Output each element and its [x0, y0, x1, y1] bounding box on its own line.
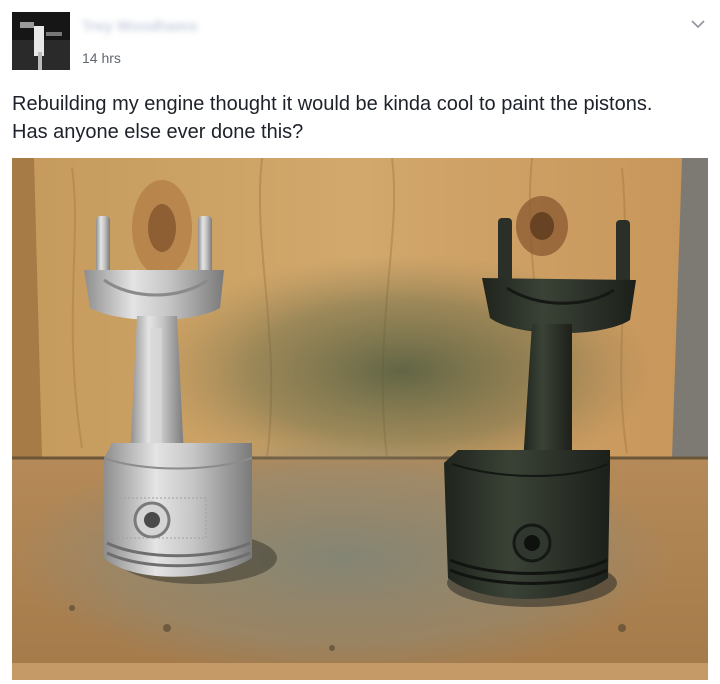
post-text-line: Has anyone else ever done this?: [12, 121, 304, 143]
author-name[interactable]: Trey Woodhams: [82, 18, 242, 35]
avatar[interactable]: [12, 12, 70, 70]
pistons-photo: [12, 158, 708, 680]
chevron-down-icon[interactable]: [688, 14, 708, 34]
post-photo[interactable]: [12, 158, 708, 680]
post-text: Rebuilding my engine thought it would be…: [12, 90, 702, 146]
timestamp[interactable]: 14 hrs: [82, 50, 121, 66]
post-text-line: Rebuilding my engine thought it would be…: [12, 93, 653, 115]
facebook-post: Trey Woodhams 14 hrs Rebuilding my engin…: [0, 0, 720, 684]
avatar-image: [12, 12, 70, 70]
